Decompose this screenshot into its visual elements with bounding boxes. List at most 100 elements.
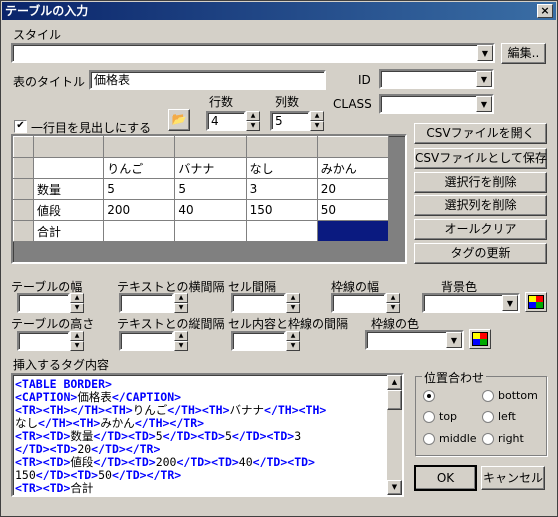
chevron-down-icon[interactable]: ▼	[446, 332, 462, 348]
table-row[interactable]: 数量 5 5 3 20	[13, 178, 390, 200]
stepper-up-icon[interactable]: ▲	[286, 331, 300, 341]
bg-color-picker-icon[interactable]	[525, 292, 547, 312]
header-row-checkbox[interactable]: ✔	[14, 120, 27, 133]
cols-stepper[interactable]: ▲ ▼	[310, 111, 324, 131]
table-height-input[interactable]	[17, 331, 70, 351]
class-select[interactable]: ▼	[379, 94, 494, 114]
grid-col-header[interactable]	[174, 136, 247, 158]
stepper-up-icon[interactable]: ▲	[286, 293, 300, 303]
stepper-down-icon[interactable]: ▼	[246, 121, 260, 131]
ok-button[interactable]: OK	[414, 465, 477, 491]
row-header[interactable]	[13, 157, 35, 179]
cancel-button[interactable]: キャンセル	[481, 466, 545, 490]
clear-all-button[interactable]: オールクリア	[414, 219, 547, 240]
grid-cell[interactable]: 5	[103, 178, 176, 200]
chevron-down-icon[interactable]: ▼	[476, 71, 492, 87]
grid-cell[interactable]: 150	[245, 199, 318, 221]
scroll-down-icon[interactable]: ▼	[387, 480, 402, 495]
stepper-down-icon[interactable]: ▼	[70, 341, 84, 351]
grid-cell[interactable]: なし	[245, 157, 318, 179]
table-title-input[interactable]: 価格表	[89, 70, 326, 90]
style-select[interactable]: ▼	[11, 43, 495, 63]
grid-cell-selected[interactable]	[316, 220, 390, 242]
table-row[interactable]: りんご バナナ なし みかん	[13, 157, 390, 179]
style-edit-button[interactable]: 編集..	[501, 43, 546, 64]
stepper-down-icon[interactable]: ▼	[286, 303, 300, 313]
stepper-down-icon[interactable]: ▼	[174, 303, 188, 313]
table-width-stepper[interactable]: ▲ ▼	[70, 293, 84, 313]
table-grid[interactable]: りんご バナナ なし みかん 数量 5 5 3 20 値段 200 40 150…	[11, 134, 407, 264]
stepper-up-icon[interactable]: ▲	[174, 293, 188, 303]
stepper-up-icon[interactable]: ▲	[246, 111, 260, 121]
update-tags-button[interactable]: タグの更新	[414, 243, 547, 264]
grid-cell[interactable]: 3	[245, 178, 318, 200]
scrollbar[interactable]: ▲ ▼	[387, 375, 402, 495]
stepper-down-icon[interactable]: ▼	[174, 341, 188, 351]
border-color-select[interactable]: ▼	[365, 330, 464, 350]
row-header[interactable]	[13, 220, 35, 242]
open-csv-button[interactable]: CSVファイルを開く	[414, 123, 547, 144]
grid-cell[interactable]	[245, 220, 318, 242]
grid-cell[interactable]: 200	[103, 199, 176, 221]
stepper-down-icon[interactable]: ▼	[310, 121, 324, 131]
grid-cell[interactable]: 合計	[33, 220, 105, 242]
id-select[interactable]: ▼	[379, 69, 494, 89]
cell-spacing-input[interactable]	[231, 293, 286, 313]
cols-input[interactable]: 5	[270, 111, 310, 131]
table-row[interactable]: 合計	[13, 220, 390, 242]
align-radio-middle[interactable]	[423, 433, 435, 445]
text-vspace-stepper[interactable]: ▲ ▼	[174, 331, 188, 351]
stepper-up-icon[interactable]: ▲	[386, 293, 400, 303]
grid-cell[interactable]: 数量	[33, 178, 105, 200]
stepper-up-icon[interactable]: ▲	[70, 293, 84, 303]
delete-col-button[interactable]: 選択列を削除	[414, 195, 547, 216]
delete-row-button[interactable]: 選択行を削除	[414, 172, 547, 193]
border-color-picker-icon[interactable]	[469, 329, 491, 349]
align-radio-bottom[interactable]	[482, 390, 494, 402]
save-csv-button[interactable]: CSVファイルとして保存	[414, 148, 547, 169]
grid-cell[interactable]	[174, 220, 247, 242]
cell-padding-stepper[interactable]: ▲ ▼	[286, 331, 300, 351]
rows-input[interactable]: 4	[206, 111, 246, 131]
stepper-down-icon[interactable]: ▼	[70, 303, 84, 313]
tag-content-textarea[interactable]: <TABLE BORDER> <CAPTION>価格表</CAPTION> <TR>…	[11, 373, 404, 497]
bg-color-select[interactable]: ▼	[422, 293, 520, 313]
grid-cell[interactable]	[103, 220, 176, 242]
align-radio-left[interactable]	[482, 411, 494, 423]
rows-stepper[interactable]: ▲ ▼	[246, 111, 260, 131]
scroll-thumb[interactable]	[387, 390, 402, 410]
row-header[interactable]	[13, 178, 35, 200]
table-width-input[interactable]	[17, 293, 70, 313]
table-row[interactable]: 値段 200 40 150 50	[13, 199, 390, 221]
grid-col-header[interactable]	[245, 136, 318, 158]
row-header[interactable]	[13, 199, 35, 221]
grid-cell[interactable]: 値段	[33, 199, 105, 221]
stepper-up-icon[interactable]: ▲	[310, 111, 324, 121]
chevron-down-icon[interactable]: ▼	[502, 295, 518, 311]
stepper-up-icon[interactable]: ▲	[70, 331, 84, 341]
cell-padding-input[interactable]	[231, 331, 286, 351]
table-height-stepper[interactable]: ▲ ▼	[70, 331, 84, 351]
align-radio-default[interactable]	[423, 390, 435, 402]
chevron-down-icon[interactable]: ▼	[476, 96, 492, 112]
grid-col-header[interactable]	[316, 136, 390, 158]
grid-cell[interactable]: みかん	[316, 157, 390, 179]
grid-cell[interactable]: バナナ	[174, 157, 247, 179]
stepper-up-icon[interactable]: ▲	[174, 331, 188, 341]
stepper-down-icon[interactable]: ▼	[386, 303, 400, 313]
text-vspace-input[interactable]	[119, 331, 174, 351]
align-radio-top[interactable]	[423, 411, 435, 423]
grid-cell[interactable]: 5	[174, 178, 247, 200]
grid-cell[interactable]	[33, 157, 105, 179]
border-width-stepper[interactable]: ▲ ▼	[386, 293, 400, 313]
grid-cell[interactable]: 50	[316, 199, 390, 221]
folder-open-icon[interactable]: 📂	[168, 109, 190, 131]
grid-cell[interactable]: 40	[174, 199, 247, 221]
text-hspace-stepper[interactable]: ▲ ▼	[174, 293, 188, 313]
border-width-input[interactable]	[331, 293, 386, 313]
cell-spacing-stepper[interactable]: ▲ ▼	[286, 293, 300, 313]
grid-col-header[interactable]	[103, 136, 176, 158]
grid-cell[interactable]: 20	[316, 178, 390, 200]
grid-col-header[interactable]	[33, 136, 105, 158]
text-hspace-input[interactable]	[119, 293, 174, 313]
